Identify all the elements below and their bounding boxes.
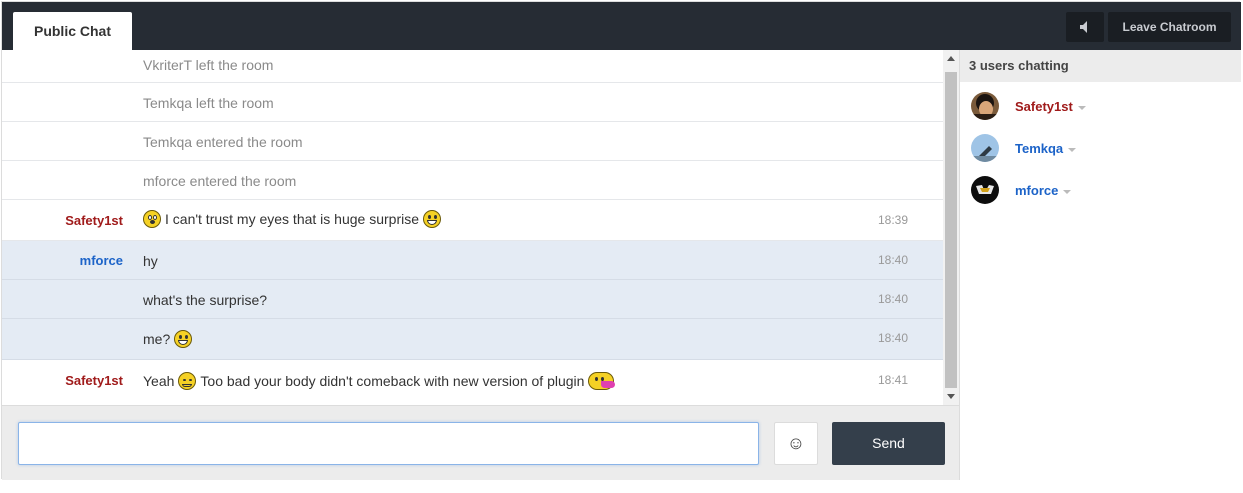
message-timestamp: 18:40 xyxy=(878,253,909,267)
user-name-safety1st[interactable]: Safety1st xyxy=(1015,99,1086,114)
chat-app: Public Chat Leave Chatroom VkriterT left… xyxy=(1,1,1241,480)
user-list-item[interactable]: mforce xyxy=(960,169,1241,209)
message-row: what's the surprise? 18:40 xyxy=(2,280,943,319)
user-name-text: Temkqa xyxy=(1015,141,1064,156)
tab-public-chat[interactable]: Public Chat xyxy=(13,12,132,50)
message-composer: ☺ Send xyxy=(2,405,959,480)
user-list-item[interactable]: Temkqa xyxy=(960,127,1241,167)
message-row: mforce entered the room xyxy=(2,161,943,200)
message-text-prefix: Yeah xyxy=(143,373,175,389)
system-message-text: mforce entered the room xyxy=(143,173,297,189)
scroll-up-arrow-icon[interactable] xyxy=(947,56,955,61)
send-button[interactable]: Send xyxy=(832,422,945,465)
message-text: me? xyxy=(143,331,171,347)
message-row: mforce hy 18:40 xyxy=(2,241,943,280)
message-body: Yeah Too bad your body didn't comeback w… xyxy=(143,372,618,390)
message-row: Safety1st I can't trust my eyes that is … xyxy=(2,200,943,241)
chevron-down-icon[interactable] xyxy=(1077,105,1086,110)
tongue-out-emoji-icon xyxy=(588,372,616,390)
system-message-text: Temkqa entered the room xyxy=(143,134,303,150)
message-row: Safety1st Yeah Too bad your body didn't … xyxy=(2,360,943,405)
user-name-temkqa[interactable]: Temkqa xyxy=(1015,141,1077,156)
message-text: Too bad your body didn't comeback with n… xyxy=(200,373,585,389)
message-timestamp: 18:41 xyxy=(878,373,909,387)
message-author[interactable]: Safety1st xyxy=(65,373,123,388)
chevron-down-icon[interactable] xyxy=(1063,189,1072,194)
user-list-item[interactable]: Safety1st xyxy=(960,85,1241,125)
scrollbar-thumb[interactable] xyxy=(945,72,957,388)
message-input[interactable] xyxy=(18,422,759,465)
leave-chatroom-button[interactable]: Leave Chatroom xyxy=(1108,12,1231,42)
avatar xyxy=(971,176,999,204)
system-message-text: VkriterT left the room xyxy=(143,57,274,73)
grin-emoji-icon xyxy=(174,330,193,348)
message-body: me? xyxy=(143,330,196,348)
avatar xyxy=(971,92,999,120)
message-body: I can't trust my eyes that is huge surpr… xyxy=(143,210,445,228)
message-author[interactable]: Safety1st xyxy=(65,213,123,228)
scroll-down-arrow-icon[interactable] xyxy=(947,394,955,399)
top-bar: Public Chat Leave Chatroom xyxy=(2,2,1241,50)
grin-emoji-icon xyxy=(423,210,442,228)
sound-toggle-button[interactable] xyxy=(1066,12,1104,42)
emoji-picker-button[interactable]: ☺ xyxy=(774,422,818,465)
message-author[interactable]: mforce xyxy=(80,253,123,268)
message-row: VkriterT left the room xyxy=(2,50,943,83)
user-list-panel: 3 users chatting Safety1st Temkqa mforce xyxy=(959,50,1241,480)
smug-emoji-icon xyxy=(178,372,197,390)
smiley-icon: ☺ xyxy=(786,433,806,453)
message-row: Temkqa entered the room xyxy=(2,122,943,161)
message-timestamp: 18:40 xyxy=(878,292,909,306)
message-row: Temkqa left the room xyxy=(2,83,943,122)
message-text: hy xyxy=(143,253,158,269)
message-text: I can't trust my eyes that is huge surpr… xyxy=(165,211,420,227)
message-row: me? 18:40 xyxy=(2,319,943,360)
users-chatting-count: 3 users chatting xyxy=(960,50,1241,82)
message-list: VkriterT left the room Temkqa left the r… xyxy=(2,50,943,405)
avatar xyxy=(971,134,999,162)
speaker-icon xyxy=(1080,21,1087,33)
surprised-emoji-icon xyxy=(143,210,161,228)
message-scrollbar[interactable] xyxy=(943,50,959,405)
chevron-down-icon[interactable] xyxy=(1068,147,1077,152)
message-timestamp: 18:39 xyxy=(878,213,909,227)
message-text: what's the surprise? xyxy=(143,292,268,308)
user-name-text: Safety1st xyxy=(1015,99,1073,114)
message-timestamp: 18:40 xyxy=(878,331,909,345)
system-message-text: Temkqa left the room xyxy=(143,95,274,111)
user-name-mforce[interactable]: mforce xyxy=(1015,183,1072,198)
user-name-text: mforce xyxy=(1015,183,1059,198)
